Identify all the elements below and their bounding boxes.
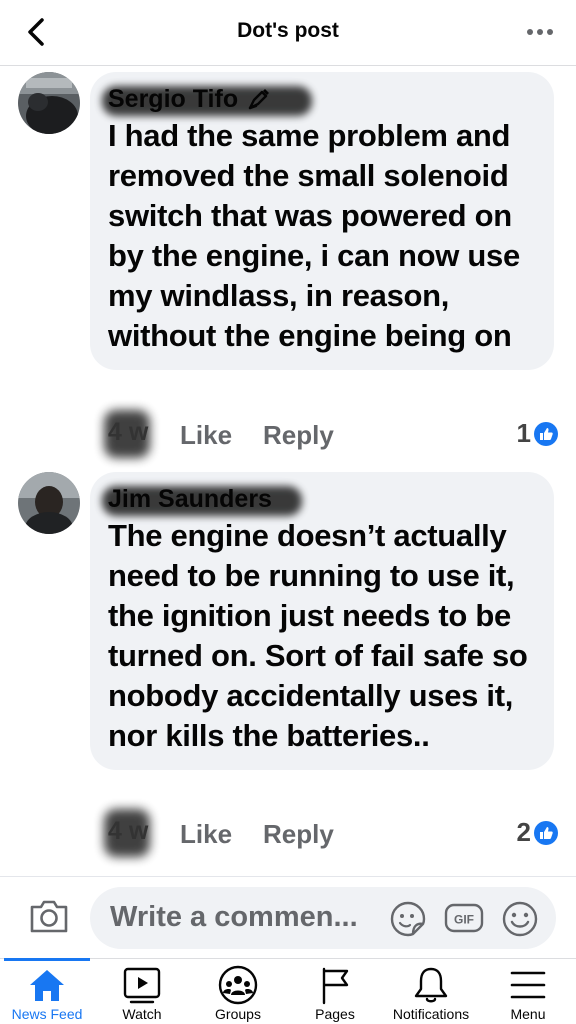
tab-pages[interactable]: Pages: [288, 959, 382, 1024]
avatar[interactable]: [18, 472, 80, 534]
like-button[interactable]: Like: [180, 420, 232, 451]
tab-label: News Feed: [11, 1006, 83, 1022]
like-button[interactable]: Like: [180, 819, 232, 850]
active-tab-indicator: [4, 958, 90, 961]
bell-icon: [414, 967, 448, 1003]
comment-author[interactable]: Jim Saunders: [108, 485, 272, 514]
reaction-count-value: 2: [516, 817, 531, 847]
reaction-count[interactable]: 1: [517, 418, 558, 449]
tab-news-feed[interactable]: News Feed: [0, 958, 94, 1024]
tab-label: Watch: [122, 1006, 162, 1022]
thumbs-up-icon: [534, 421, 558, 446]
comment-text: The engine doesn’t actually need to be r…: [108, 518, 528, 753]
comment-time[interactable]: 4 w: [108, 418, 148, 447]
gif-icon[interactable]: GIF: [444, 902, 484, 934]
reaction-count-value: 1: [516, 418, 531, 448]
comment-bubble: Sergio Tifo I had the same problem and r…: [90, 72, 554, 370]
reply-button[interactable]: Reply: [263, 819, 334, 850]
home-icon: [30, 970, 64, 1001]
comment-input[interactable]: Write a commen... GIF: [90, 887, 556, 949]
emoji-icon[interactable]: [500, 899, 540, 939]
comment-bubble: Jim Saunders The engine doesn’t actually…: [90, 472, 554, 770]
tab-label: Pages: [315, 1006, 355, 1022]
tab-watch[interactable]: Watch: [96, 959, 188, 1024]
top-bar: Dot's post: [0, 0, 576, 66]
tab-groups[interactable]: Groups: [190, 959, 286, 1024]
more-options-icon[interactable]: [526, 20, 554, 44]
svg-text:GIF: GIF: [454, 913, 474, 927]
thumbs-up-icon: [534, 820, 558, 845]
reply-button[interactable]: Reply: [263, 420, 334, 451]
tab-notifications[interactable]: Notifications: [382, 959, 480, 1024]
comment-actions: 4 w Like Reply 1: [104, 410, 558, 458]
menu-icon: [510, 971, 546, 999]
comment-actions: 4 w Like Reply 2: [104, 809, 558, 857]
comment-text: I had the same problem and removed the s…: [108, 118, 520, 353]
bottom-tab-bar: News Feed Watch Groups Pages Notificatio…: [0, 958, 576, 1024]
tab-label: Menu: [510, 1006, 546, 1022]
comment-input-placeholder: Write a commen...: [110, 901, 358, 933]
pen-icon: [248, 89, 270, 110]
groups-icon: [218, 965, 258, 1005]
sticker-icon[interactable]: [388, 899, 428, 939]
comment-composer: Write a commen... GIF: [0, 876, 576, 958]
tab-label: Notifications: [392, 1006, 470, 1022]
watch-icon: [123, 967, 161, 1004]
camera-icon[interactable]: [28, 897, 70, 935]
avatar[interactable]: [18, 72, 80, 134]
comment-time[interactable]: 4 w: [108, 817, 148, 846]
tab-label: Groups: [215, 1006, 261, 1022]
comment-author[interactable]: Sergio Tifo: [108, 85, 238, 114]
reaction-count[interactable]: 2: [517, 817, 558, 848]
flag-icon: [322, 967, 349, 1005]
page-title: Dot's post: [237, 19, 339, 42]
tab-menu[interactable]: Menu: [482, 959, 574, 1024]
